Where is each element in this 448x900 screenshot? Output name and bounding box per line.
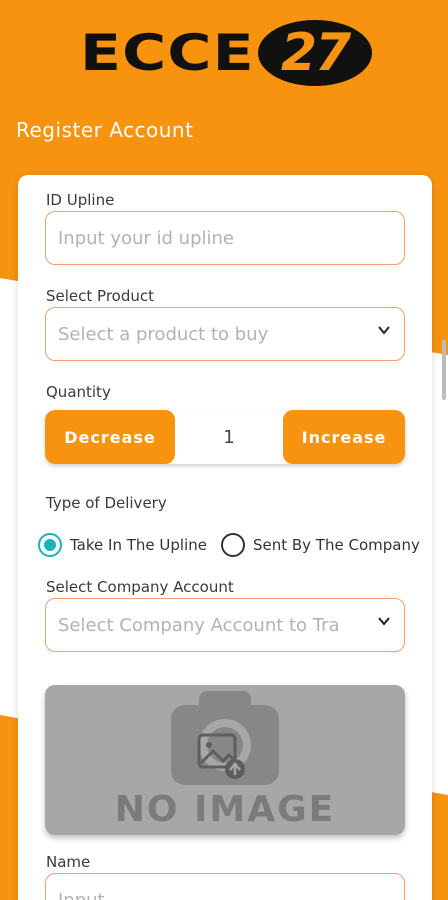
company-account-label: Select Company Account — [46, 578, 234, 596]
register-form-card: ID Upline Input your id upline Select Pr… — [18, 175, 432, 900]
no-image-text: NO IMAGE — [114, 789, 336, 830]
logo-badge: 27 — [258, 20, 372, 86]
logo-text: ECCE — [80, 24, 255, 82]
upload-image-box[interactable]: NO IMAGE — [45, 685, 405, 835]
radio-take-in-upline-label[interactable]: Take In The Upline — [70, 536, 207, 554]
name-input[interactable]: Input — [45, 873, 405, 900]
product-placeholder: Select a product to buy — [58, 323, 269, 345]
upline-placeholder: Input your id upline — [58, 227, 234, 249]
radio-sent-by-company[interactable] — [220, 533, 245, 557]
upline-label: ID Upline — [46, 191, 115, 209]
quantity-value[interactable]: 1 — [175, 410, 283, 464]
radio-sent-by-company-label[interactable]: Sent By The Company — [253, 536, 420, 554]
page-title: Register Account — [16, 118, 194, 142]
product-label: Select Product — [46, 287, 154, 305]
radio-take-in-upline[interactable] — [38, 533, 62, 557]
company-account-placeholder: Select Company Account to Tra — [58, 614, 340, 636]
scrollbar[interactable] — [442, 340, 446, 400]
name-placeholder: Input — [58, 889, 105, 900]
logo-badge-text: 27 — [280, 23, 351, 83]
company-account-select[interactable]: Select Company Account to Tra — [45, 598, 405, 652]
quantity-label: Quantity — [46, 383, 111, 401]
delivery-label: Type of Delivery — [46, 494, 167, 512]
increase-button[interactable]: Increase — [283, 410, 405, 464]
quantity-stepper: Decrease 1 Increase — [45, 410, 405, 464]
delivery-options: Take In The Upline Sent By The Company — [38, 532, 430, 558]
name-label: Name — [46, 853, 91, 871]
upline-input[interactable]: Input your id upline — [45, 211, 405, 265]
decrease-button[interactable]: Decrease — [45, 410, 175, 464]
product-select[interactable]: Select a product to buy — [45, 307, 405, 361]
brand-logo: ECCE 27 — [80, 18, 372, 88]
chevron-down-icon — [378, 326, 390, 335]
camera-icon — [171, 691, 279, 785]
chevron-down-icon — [378, 615, 390, 627]
